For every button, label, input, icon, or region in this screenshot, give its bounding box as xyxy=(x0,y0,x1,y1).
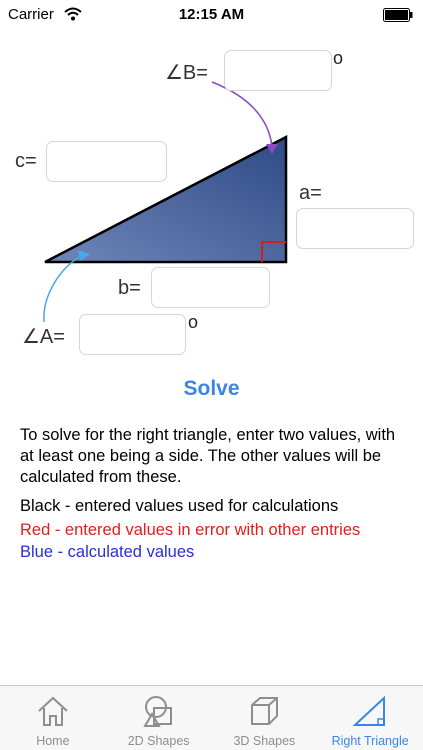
legend-error-values: Red - entered values in error with other… xyxy=(20,521,361,539)
side-a-label: a= xyxy=(299,182,322,204)
tab-label: 3D Shapes xyxy=(233,734,296,748)
angle-b-label: ∠B= xyxy=(165,62,208,84)
status-bar: Carrier 12:15 AM xyxy=(0,0,423,30)
tab-label: 2D Shapes xyxy=(127,734,190,748)
angle-a-input[interactable] xyxy=(79,314,186,355)
tab-3d-shapes[interactable]: 3D Shapes xyxy=(212,686,318,750)
angle-b-pointer xyxy=(211,81,273,147)
status-time: 12:15 AM xyxy=(178,6,245,23)
home-icon xyxy=(38,696,68,726)
angle-a-label: ∠A= xyxy=(22,326,65,348)
side-a-input[interactable] xyxy=(296,208,414,249)
legend-entered-values: Black - entered values used for calculat… xyxy=(20,497,339,515)
cube-icon xyxy=(251,697,279,725)
solve-button[interactable]: Solve xyxy=(0,377,423,401)
tab-label: Right Triangle xyxy=(331,734,409,748)
angle-a-pointer xyxy=(43,255,83,323)
side-c-label: c= xyxy=(15,150,37,172)
battery-icon xyxy=(383,8,413,22)
shapes-2d-icon xyxy=(142,696,172,727)
side-b-input[interactable] xyxy=(151,267,270,308)
angle-b-degree-mark: o xyxy=(333,48,344,68)
tab-label: Home xyxy=(36,734,70,748)
angle-b-input[interactable] xyxy=(224,50,332,91)
instructions-text: To solve for the right triangle, enter t… xyxy=(20,426,396,486)
tab-home[interactable]: Home xyxy=(0,686,106,750)
tab-bar: Home 2D Shapes 3D Shapes Right Triangle xyxy=(0,685,423,750)
side-c-input[interactable] xyxy=(46,141,167,182)
right-triangle-icon xyxy=(352,695,386,726)
legend-calculated-values: Blue - calculated values xyxy=(20,543,195,561)
tab-right-triangle[interactable]: Right Triangle xyxy=(317,686,423,750)
tab-2d-shapes[interactable]: 2D Shapes xyxy=(106,686,212,750)
side-b-label: b= xyxy=(118,277,141,299)
angle-a-degree-mark: o xyxy=(188,312,199,332)
